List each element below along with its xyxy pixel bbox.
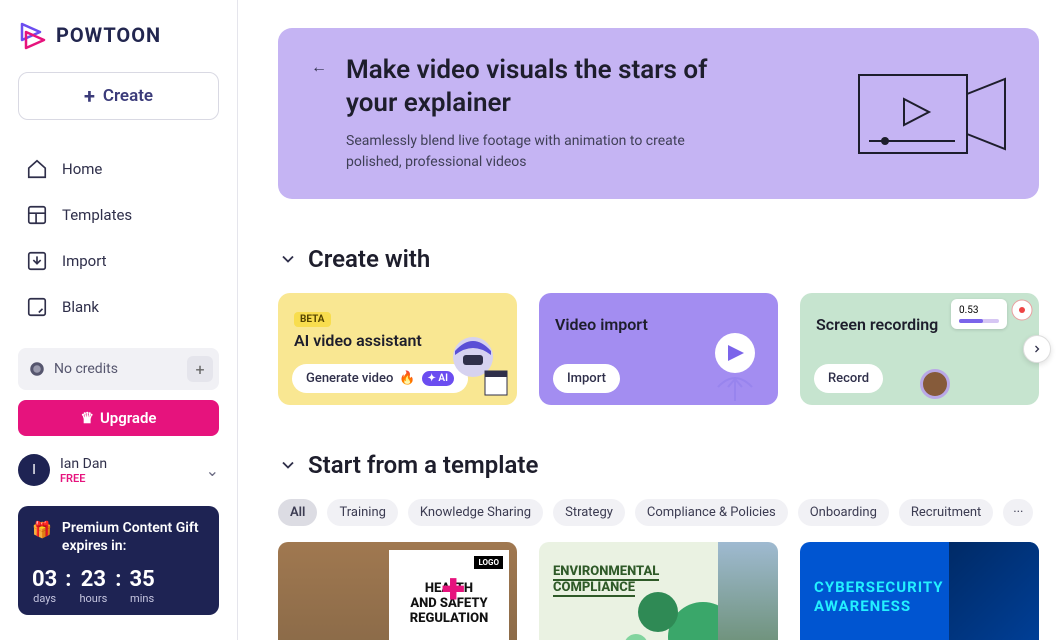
nav-home[interactable]: Home [18, 148, 219, 190]
scroll-next-button[interactable] [1023, 335, 1051, 363]
chevron-down-icon: ⌄ [206, 461, 219, 480]
template-cybersecurity-awareness[interactable]: CYBERSECURITY AWARENESS [800, 542, 1039, 640]
camera-icon [857, 69, 1007, 159]
beta-badge: BETA [294, 312, 331, 327]
cd-hours: 23 [79, 567, 107, 592]
user-menu[interactable]: I Ian Dan FREE ⌄ [18, 454, 219, 486]
card-screen-recording[interactable]: Screen recording Record 0.53 [800, 293, 1039, 405]
create-with-head[interactable]: Create with [278, 245, 1051, 273]
create-button[interactable]: + Create [18, 72, 219, 120]
templates-icon [26, 204, 48, 226]
tag-compliance-policies[interactable]: Compliance & Policies [635, 499, 788, 526]
rec-value-pill: 0.53 [951, 299, 1007, 329]
nav-home-label: Home [62, 160, 102, 178]
gift-icon: 🎁 [32, 520, 52, 539]
hero-banner: ← Make video visuals the stars of your e… [278, 28, 1039, 199]
brand-logo[interactable]: POWTOON [18, 20, 219, 50]
import-icon [26, 250, 48, 272]
chevron-down-icon [278, 249, 298, 269]
user-name: Ian Dan [60, 456, 196, 472]
home-icon [26, 158, 48, 180]
template-health-safety[interactable]: LOGO ✚ HEALTH AND SAFETY REGULATION [278, 542, 517, 640]
upgrade-label: Upgrade [100, 409, 157, 427]
card-ai-assistant[interactable]: BETA AI video assistant Generate video 🔥… [278, 293, 517, 405]
rec-badge-icon [1011, 299, 1033, 321]
template-tags: All Training Knowledge Sharing Strategy … [278, 499, 1039, 526]
nav-templates-label: Templates [62, 206, 132, 224]
fire-icon: 🔥 [399, 371, 415, 386]
templates-head[interactable]: Start from a template [278, 451, 1051, 479]
hero-subtitle: Seamlessly blend live footage with anima… [346, 131, 736, 173]
tag-onboarding[interactable]: Onboarding [798, 499, 889, 526]
sidebar-nav: Home Templates Import Blank [18, 148, 219, 328]
nav-import[interactable]: Import [18, 240, 219, 282]
main-content: ← Make video visuals the stars of your e… [238, 0, 1061, 640]
create-with-title: Create with [308, 245, 430, 273]
template-environmental-compliance[interactable]: ENVIRONMENTAL COMPLIANCE [539, 542, 778, 640]
upgrade-button[interactable]: ♛ Upgrade [18, 400, 219, 436]
credits-row: No credits + [18, 348, 219, 390]
nav-blank-label: Blank [62, 298, 99, 316]
hero-title: Make video visuals the stars of your exp… [346, 54, 736, 119]
brand-name: POWTOON [56, 23, 161, 47]
templates-title: Start from a template [308, 451, 538, 479]
countdown: 03days : 23hours : 35mins [32, 567, 205, 605]
blank-icon [26, 296, 48, 318]
ai-illustration [443, 331, 513, 401]
avatar: I [18, 454, 50, 486]
tag-more[interactable]: ··· [1003, 499, 1033, 526]
crown-icon: ♛ [81, 409, 94, 427]
nav-blank[interactable]: Blank [18, 286, 219, 328]
tag-knowledge-sharing[interactable]: Knowledge Sharing [408, 499, 543, 526]
avatar-bubble [920, 369, 950, 399]
card-video-import[interactable]: Video import Import [539, 293, 778, 405]
chevron-down-icon [278, 455, 298, 475]
import-illustration [700, 329, 770, 405]
tag-recruitment[interactable]: Recruitment [899, 499, 993, 526]
template-logo-badge: LOGO [474, 556, 503, 569]
hero-back-button[interactable]: ← [306, 54, 332, 80]
sidebar: POWTOON + Create Home Templates Import B… [0, 0, 238, 640]
generate-video-button[interactable]: Generate video 🔥 ✦ AI [292, 364, 468, 393]
nav-import-label: Import [62, 252, 107, 270]
credits-icon [28, 360, 46, 378]
create-with-cards: BETA AI video assistant Generate video 🔥… [278, 293, 1039, 405]
add-credits-button[interactable]: + [187, 356, 213, 382]
credits-label: No credits [54, 361, 118, 377]
logo-icon [18, 20, 48, 50]
tag-all[interactable]: All [278, 499, 317, 526]
template-cards: LOGO ✚ HEALTH AND SAFETY REGULATION ENVI… [278, 542, 1039, 640]
tag-strategy[interactable]: Strategy [553, 499, 625, 526]
premium-title: Premium Content Gift expires in: [62, 520, 205, 555]
record-button[interactable]: Record [814, 364, 883, 393]
tag-training[interactable]: Training [327, 499, 397, 526]
plus-icon: + [84, 84, 95, 108]
user-plan-badge: FREE [60, 472, 196, 485]
cross-icon: ✚ [442, 574, 465, 606]
premium-gift-banner: 🎁 Premium Content Gift expires in: 03day… [18, 506, 219, 615]
cd-mins: 35 [129, 567, 154, 592]
cd-days: 03 [32, 567, 57, 592]
import-button[interactable]: Import [553, 364, 620, 393]
create-label: Create [103, 86, 153, 106]
chevron-right-icon [1031, 343, 1043, 355]
nav-templates[interactable]: Templates [18, 194, 219, 236]
